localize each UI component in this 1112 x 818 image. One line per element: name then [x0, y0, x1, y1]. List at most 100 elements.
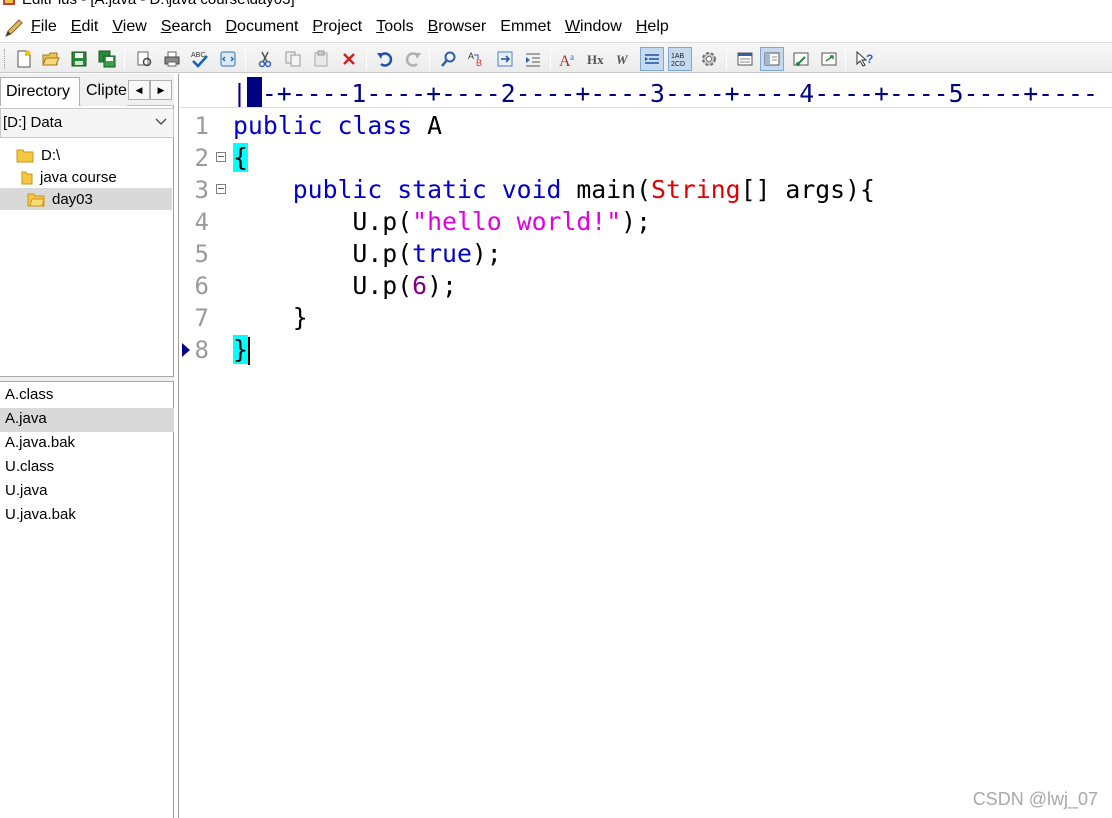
- preferences-gear-icon[interactable]: [697, 47, 721, 71]
- replace-icon[interactable]: AB: [465, 47, 489, 71]
- print-icon[interactable]: [160, 47, 184, 71]
- copy-icon[interactable]: [281, 47, 305, 71]
- code-text-span: U.p(: [233, 207, 413, 236]
- paste-icon[interactable]: [309, 47, 333, 71]
- spell-check-icon[interactable]: ABC: [188, 47, 212, 71]
- pencil-icon: [5, 19, 23, 37]
- file-item[interactable]: U.class: [0, 456, 174, 480]
- toolbar-separator: [366, 48, 367, 70]
- toolbar: ABC AB Aa Hx W 1AB 2CD ?: [0, 42, 1112, 73]
- file-item-selected[interactable]: A.java: [0, 408, 174, 432]
- context-help-icon[interactable]: ?: [853, 47, 877, 71]
- menu-document[interactable]: Document: [225, 18, 298, 36]
- open-folder-icon[interactable]: [39, 47, 63, 71]
- browser-view-icon[interactable]: [216, 47, 240, 71]
- cut-icon[interactable]: [253, 47, 277, 71]
- menu-view[interactable]: View: [112, 18, 146, 36]
- code-line: }: [233, 334, 250, 366]
- svg-text:Hx: Hx: [587, 52, 604, 67]
- tree-item-drive[interactable]: D:\: [16, 144, 172, 166]
- save-all-icon[interactable]: [95, 47, 119, 71]
- new-file-icon[interactable]: [12, 47, 36, 71]
- tree-item-day03[interactable]: day03: [0, 188, 172, 210]
- find-icon[interactable]: [437, 47, 461, 71]
- tab-scroll-right-icon[interactable]: ▶: [150, 80, 172, 100]
- svg-text:W: W: [616, 52, 629, 67]
- line-number: 7: [194, 304, 209, 332]
- word-wrap-icon[interactable]: W: [613, 47, 637, 71]
- watermark: CSDN @lwj_07: [972, 789, 1098, 809]
- code-line: public class A: [233, 110, 442, 142]
- undo-icon[interactable]: [373, 47, 397, 71]
- code-line: U.p(6);: [233, 270, 457, 302]
- matched-brace: {: [233, 143, 248, 172]
- column-ruler: |--+----1----+----2----+----3----+----4-…: [179, 74, 1112, 108]
- menu-file[interactable]: File: [31, 18, 57, 36]
- chevron-down-icon: [155, 118, 167, 125]
- code-editor[interactable]: |--+----1----+----2----+----3----+----4-…: [178, 74, 1112, 818]
- tab-scroll-left-icon[interactable]: ◀: [128, 80, 150, 100]
- tree-item-label: day03: [52, 190, 93, 208]
- code-keyword: true: [412, 239, 472, 268]
- code-string: "hello world!": [412, 207, 622, 236]
- menu-browser[interactable]: Browser: [428, 18, 487, 36]
- font-icon[interactable]: Aa: [557, 47, 581, 71]
- panel-tabs: Directory Clipte ◀ ▶: [0, 74, 174, 106]
- file-item[interactable]: U.java: [0, 480, 174, 504]
- matched-brace: }: [233, 335, 248, 364]
- output-window-icon[interactable]: [760, 47, 784, 71]
- menu-edit[interactable]: Edit: [71, 18, 99, 36]
- column-numbers-toggle-icon[interactable]: 1AB 2CD: [668, 47, 692, 71]
- folder-tree: D:\ java course day03: [0, 140, 174, 376]
- menu-help[interactable]: Help: [636, 18, 669, 36]
- cliptext-window-icon[interactable]: [817, 47, 841, 71]
- code-text[interactable]: public class A { public static void main…: [233, 110, 875, 400]
- save-icon[interactable]: [67, 47, 91, 71]
- line-number: 2: [194, 144, 209, 172]
- menu-tools[interactable]: Tools: [376, 18, 413, 36]
- toolbar-separator: [845, 48, 846, 70]
- delete-icon[interactable]: [337, 47, 361, 71]
- drive-select-value: [D:] Data: [3, 114, 63, 131]
- code-text-span: );: [471, 239, 502, 268]
- line-number: 8: [194, 336, 209, 364]
- toolbar-separator: [429, 48, 430, 70]
- window-title: EditPlus - [A.java - D:\java course\day0…: [22, 0, 295, 8]
- toolbar-grip[interactable]: [4, 49, 7, 69]
- tab-directory[interactable]: Directory: [0, 77, 80, 106]
- svg-text:1AB: 1AB: [671, 53, 685, 60]
- directory-window-icon[interactable]: [733, 47, 757, 71]
- tree-item-label: java course: [40, 168, 117, 186]
- code-class-name: String: [651, 175, 741, 204]
- tree-item-label: D:\: [41, 146, 61, 164]
- panel-splitter[interactable]: [0, 376, 174, 382]
- print-preview-icon[interactable]: [132, 47, 156, 71]
- editplus-app-icon: [3, 0, 15, 5]
- indent-icon[interactable]: [521, 47, 545, 71]
- menu-window[interactable]: Window: [565, 18, 622, 36]
- line-numbers-toggle-icon[interactable]: [640, 47, 664, 71]
- svg-text:?: ?: [866, 52, 873, 66]
- go-to-icon[interactable]: [493, 47, 517, 71]
- code-line: {: [233, 142, 248, 174]
- svg-text:a: a: [570, 52, 574, 62]
- hx-icon[interactable]: Hx: [585, 47, 609, 71]
- file-item[interactable]: A.java.bak: [0, 432, 174, 456]
- drive-select[interactable]: [D:] Data: [0, 108, 174, 138]
- user-tool-icon[interactable]: [789, 47, 813, 71]
- menu-project[interactable]: Project: [312, 18, 362, 36]
- code-keyword: public static void: [292, 175, 562, 204]
- file-item[interactable]: U.java.bak: [0, 504, 174, 528]
- code-text-span: );: [621, 207, 652, 236]
- redo-icon[interactable]: [401, 47, 425, 71]
- menu-search[interactable]: Search: [161, 18, 212, 36]
- directory-panel: Directory Clipte ◀ ▶ [D:] Data D:\ java …: [0, 74, 174, 818]
- tree-item-java-course[interactable]: java course: [21, 166, 172, 188]
- fold-toggle-icon[interactable]: [216, 152, 226, 162]
- menu-emmet[interactable]: Emmet: [500, 18, 551, 36]
- fold-toggle-icon[interactable]: [216, 184, 226, 194]
- toolbar-separator: [245, 48, 246, 70]
- file-item[interactable]: A.class: [0, 384, 174, 408]
- tab-cliptext[interactable]: Clipte: [81, 77, 127, 106]
